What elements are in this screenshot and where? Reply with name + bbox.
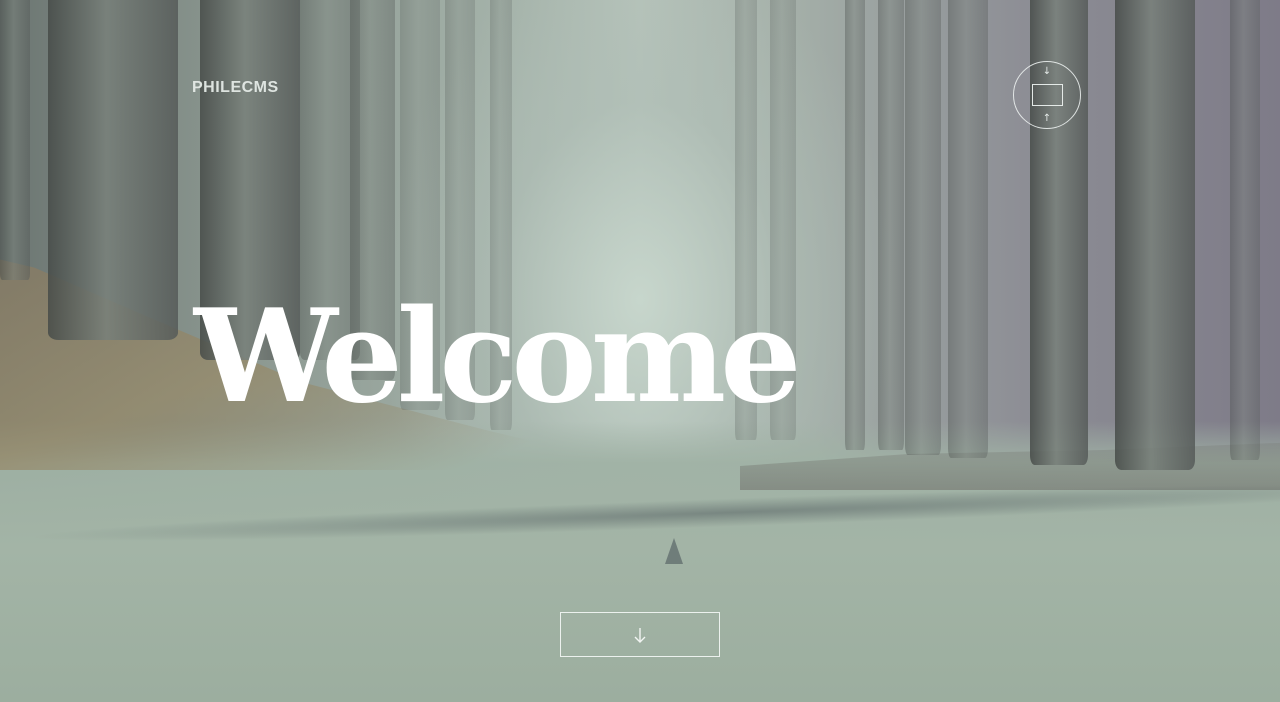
- tree-trunk: [905, 0, 941, 455]
- tree-trunk: [948, 0, 988, 458]
- scroll-down-button[interactable]: [560, 612, 720, 657]
- menu-toggle-icon: [1032, 84, 1063, 106]
- hero-headline: Welcome: [194, 282, 802, 432]
- tree-trunk: [845, 0, 865, 450]
- menu-toggle-button[interactable]: ↓ ↑: [1013, 61, 1081, 129]
- road-shadow: [0, 460, 1280, 570]
- tree-trunk: [878, 0, 904, 450]
- arrow-up-small-icon: ↑: [1042, 113, 1052, 124]
- tree-trunk: [1230, 0, 1260, 460]
- tree-trunk: [1115, 0, 1195, 470]
- tree-trunk: [48, 0, 178, 340]
- arrow-down-icon: [634, 627, 646, 643]
- site-logo-link[interactable]: PHILECMS: [192, 79, 279, 97]
- fallen-leaf: [665, 538, 683, 564]
- arrow-down-small-icon: ↓: [1042, 66, 1052, 77]
- tree-trunk: [0, 0, 30, 280]
